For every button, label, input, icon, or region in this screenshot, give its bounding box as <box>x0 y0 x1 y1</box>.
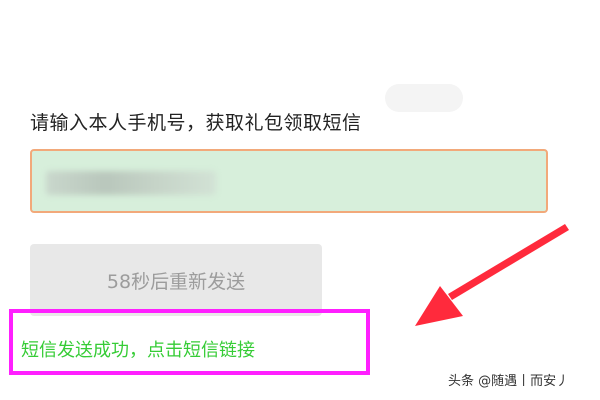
watermark-text: 头条 @随遇丨而安丿 <box>448 374 570 389</box>
arrow-shaft <box>448 224 569 300</box>
red-arrow-icon <box>415 224 569 326</box>
